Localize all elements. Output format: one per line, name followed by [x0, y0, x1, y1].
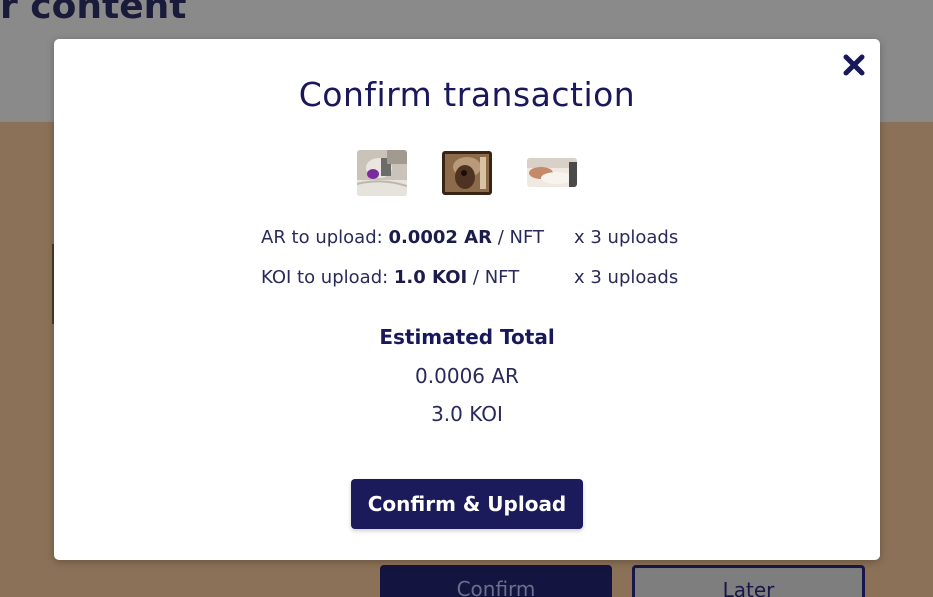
koi-cost-label: KOI to upload: [261, 267, 394, 288]
ar-cost-unit: / NFT [491, 227, 544, 248]
confirm-upload-button[interactable]: Confirm & Upload [351, 479, 583, 529]
ar-cost-label: AR to upload: [261, 227, 389, 248]
confirm-transaction-modal: Confirm transaction AR to upload: 0.0002… [54, 39, 880, 560]
background-confirm-button[interactable]: Confirm [380, 565, 612, 597]
estimated-total-koi: 3.0 KOI [431, 402, 503, 426]
estimated-total-ar: 0.0006 AR [415, 364, 519, 388]
estimated-total-heading: Estimated Total [379, 325, 555, 349]
page-heading: r content [0, 0, 187, 27]
ar-cost-amount: 0.0002 AR [388, 227, 492, 248]
ar-upload-multiplier: x 3 uploads [574, 227, 679, 248]
close-icon [843, 54, 865, 76]
nft-thumbnail [527, 158, 577, 187]
koi-cost-unit: / NFT [467, 267, 520, 288]
modal-title: Confirm transaction [298, 75, 636, 114]
nft-thumbnail [442, 151, 492, 195]
koi-cost-amount: 1.0 KOI [393, 267, 468, 288]
koi-upload-multiplier: x 3 uploads [574, 267, 679, 288]
nft-thumbnail [357, 150, 407, 196]
background-later-button[interactable]: Later [632, 565, 865, 597]
koi-cost-row: KOI to upload: 1.0 KOI / NFT x 3 uploads [261, 267, 691, 291]
nft-thumbnails [357, 150, 577, 196]
ar-cost-row: AR to upload: 0.0002 AR / NFT x 3 upload… [261, 227, 691, 251]
